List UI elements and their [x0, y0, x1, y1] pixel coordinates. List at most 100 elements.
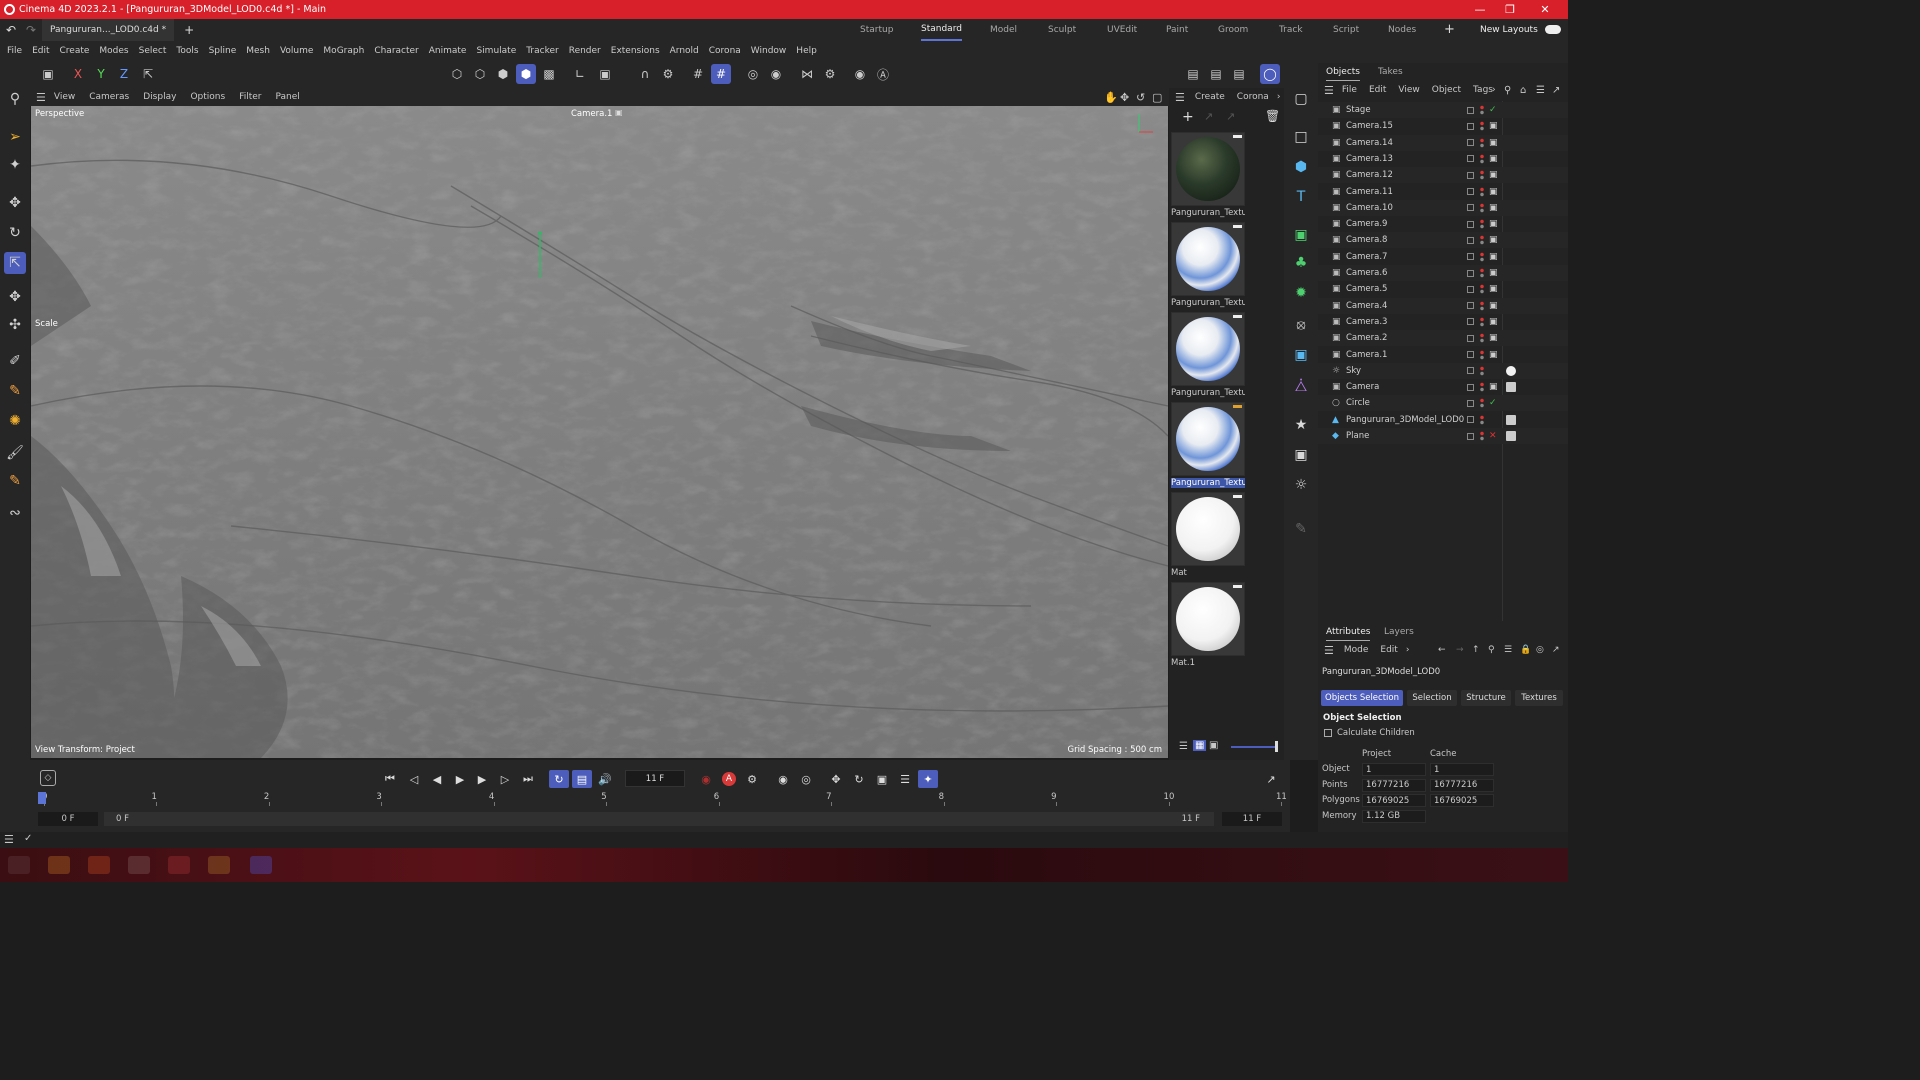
object-row[interactable]: ▣ Stage ✓: [1318, 102, 1568, 118]
attr-project-value[interactable]: 16777216: [1362, 778, 1426, 792]
render-picture-viewer-icon[interactable]: ▤: [1206, 64, 1226, 84]
visibility-dots-icon[interactable]: [1480, 137, 1484, 148]
object-menu-edit[interactable]: Edit: [1369, 85, 1386, 95]
object-tag-icon[interactable]: [1506, 431, 1516, 441]
visibility-dots-icon[interactable]: [1480, 186, 1484, 197]
go-to-start-icon[interactable]: ⏮: [380, 770, 400, 788]
tab-attributes[interactable]: Attributes: [1326, 623, 1371, 641]
status-icon[interactable]: ▣: [1489, 154, 1498, 164]
material-apply-icon[interactable]: ↗: [1226, 110, 1235, 123]
axis-mode-icon[interactable]: ∟: [570, 64, 590, 84]
layout-tab-nodes[interactable]: Nodes: [1388, 19, 1416, 41]
grid-view-icon[interactable]: ▦: [1193, 740, 1207, 751]
move-view-icon[interactable]: ✥: [1120, 91, 1129, 104]
object-name[interactable]: Camera.12: [1346, 170, 1393, 180]
field-icon[interactable]: ⦻: [1290, 314, 1312, 336]
object-menu-object[interactable]: Object: [1432, 85, 1461, 95]
object-tag-icon[interactable]: [1506, 382, 1516, 393]
taskbar-app-icon[interactable]: [8, 856, 30, 874]
object-name[interactable]: Sky: [1346, 366, 1361, 376]
menu-corona[interactable]: Corona: [704, 46, 746, 56]
edit-toggle-icon[interactable]: [1467, 302, 1474, 310]
placement-tool-icon[interactable]: ✣: [4, 314, 26, 336]
key-scale-icon[interactable]: ▣: [872, 770, 892, 788]
camera-link-icon[interactable]: ▣: [615, 108, 623, 117]
object-name[interactable]: Plane: [1346, 431, 1369, 441]
edit-toggle-icon[interactable]: [1467, 220, 1474, 228]
menu-edit[interactable]: Edit: [27, 46, 54, 56]
volume-icon[interactable]: ▣: [1290, 344, 1312, 366]
visibility-dots-icon[interactable]: [1480, 414, 1484, 425]
object-name[interactable]: Camera.3: [1346, 317, 1387, 327]
active-camera-label[interactable]: Camera.1: [571, 109, 612, 119]
current-frame-field[interactable]: 11 F: [625, 770, 685, 787]
key-param-icon[interactable]: ☰: [895, 770, 915, 788]
grid-snap-icon[interactable]: #: [711, 64, 731, 84]
workplane-icon[interactable]: #: [688, 64, 708, 84]
menu-modes[interactable]: Modes: [94, 46, 133, 56]
rotate-view-icon[interactable]: ↺: [1136, 91, 1145, 104]
object-name[interactable]: Camera.2: [1346, 333, 1387, 343]
menu-character[interactable]: Character: [369, 46, 423, 56]
edit-toggle-icon[interactable]: [1467, 318, 1474, 326]
menu-arnold[interactable]: Arnold: [665, 46, 704, 56]
menu-window[interactable]: Window: [746, 46, 792, 56]
status-icon[interactable]: ▣: [1489, 317, 1498, 327]
material-menu-create[interactable]: Create: [1195, 92, 1225, 102]
status-icon[interactable]: ▣: [1489, 121, 1498, 131]
record-icon[interactable]: ◉: [696, 770, 716, 788]
object-row[interactable]: ▣ Camera.10 ▣: [1318, 199, 1568, 216]
tab-objects[interactable]: Objects: [1326, 63, 1361, 81]
chevron-right-icon[interactable]: ›: [1406, 645, 1410, 655]
viewport-menu-icon[interactable]: ☰: [36, 91, 46, 104]
add-material-icon[interactable]: +: [1182, 109, 1194, 125]
edit-toggle-icon[interactable]: [1467, 171, 1474, 179]
light-icon[interactable]: ☼: [1290, 474, 1312, 496]
object-name[interactable]: Camera: [1346, 382, 1379, 392]
object-name[interactable]: Camera.1: [1346, 350, 1387, 360]
object-name[interactable]: Camera.4: [1346, 301, 1387, 311]
attr-project-value[interactable]: 16769025: [1362, 794, 1426, 807]
attr-cache-value[interactable]: 1: [1430, 763, 1494, 776]
forward-arrow-icon[interactable]: →: [1456, 645, 1464, 655]
rotate-tool-icon[interactable]: ↻: [4, 222, 26, 244]
status-icon[interactable]: ▣: [1489, 219, 1498, 229]
material-menu-corona[interactable]: Corona: [1237, 92, 1269, 102]
edit-toggle-icon[interactable]: [1467, 188, 1474, 195]
visibility-dots-icon[interactable]: [1480, 398, 1484, 409]
icon-size-slider[interactable]: [1231, 746, 1277, 748]
transform-tool-icon[interactable]: ✥: [4, 286, 26, 308]
menu-file[interactable]: File: [2, 46, 27, 56]
restore-icon[interactable]: ❐: [1495, 0, 1525, 19]
key-position-icon[interactable]: ✥: [826, 770, 846, 788]
search-icon[interactable]: ⚲: [4, 88, 26, 110]
playhead[interactable]: [38, 792, 46, 804]
menu-select[interactable]: Select: [134, 46, 172, 56]
layout-tab-startup[interactable]: Startup: [860, 19, 893, 41]
object-row[interactable]: ▲ Pangururan_3DModel_LOD0: [1318, 412, 1568, 428]
key-pla-icon[interactable]: ✦: [918, 770, 938, 788]
calculate-children-checkbox[interactable]: [1324, 729, 1332, 737]
visibility-dots-icon[interactable]: [1480, 235, 1484, 246]
subtab-objects-selection[interactable]: Objects Selection: [1321, 690, 1403, 706]
object-name[interactable]: Pangururan_3DModel_LOD0: [1346, 415, 1464, 425]
object-name[interactable]: Camera.15: [1346, 121, 1393, 131]
visibility-dots-icon[interactable]: [1480, 349, 1484, 360]
menu-tracker[interactable]: Tracker: [521, 46, 563, 56]
go-to-end-icon[interactable]: ⏭: [518, 770, 538, 788]
end-frame-field[interactable]: 11 F: [1222, 812, 1282, 826]
visibility-dots-icon[interactable]: [1480, 153, 1484, 164]
edit-toggle-icon[interactable]: [1467, 383, 1474, 391]
attr-menu-icon[interactable]: ☰: [1324, 644, 1334, 657]
visibility-dots-icon[interactable]: [1480, 316, 1484, 327]
points-mode-icon[interactable]: ⬡: [447, 64, 467, 84]
axis-x-toggle[interactable]: X: [68, 64, 88, 84]
taskbar-app-icon[interactable]: [48, 856, 70, 874]
object-row[interactable]: ▣ Camera.6 ▣: [1318, 265, 1568, 281]
layout-toggle[interactable]: [1545, 25, 1561, 34]
texture-mode-icon[interactable]: ▣: [595, 64, 615, 84]
search-icon[interactable]: ⚲: [1504, 85, 1511, 96]
edit-toggle-icon[interactable]: [1467, 236, 1474, 244]
viewport-menu-display[interactable]: Display: [143, 92, 176, 102]
object-row[interactable]: ▣ Camera.5 ▣: [1318, 281, 1568, 297]
